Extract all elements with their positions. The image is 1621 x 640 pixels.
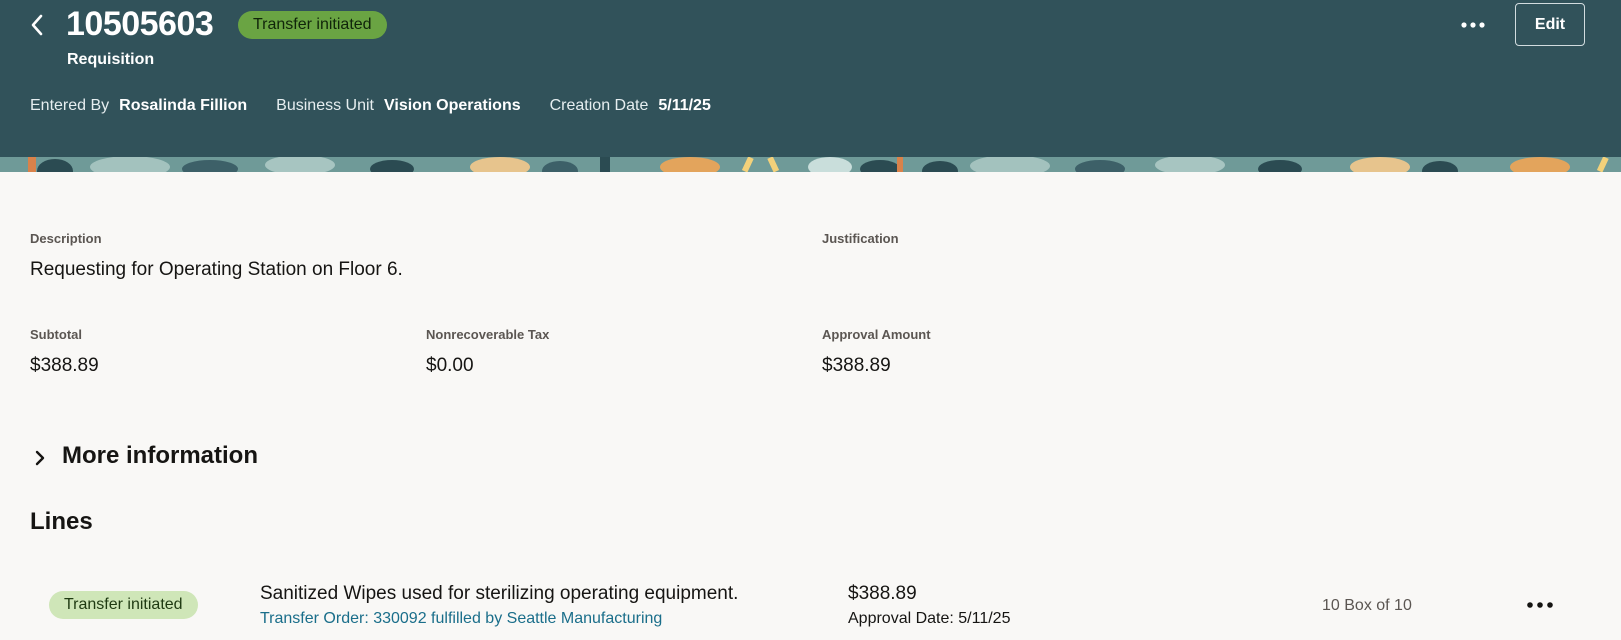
more-information-label: More information (62, 442, 258, 469)
line-description: Sanitized Wipes used for sterilizing ope… (260, 583, 739, 604)
subtotal-value: $388.89 (30, 355, 99, 376)
lines-section-title: Lines (30, 508, 93, 535)
subtotal-label: Subtotal (30, 327, 82, 342)
chevron-right-icon (35, 450, 45, 466)
document-type-label: Requisition (67, 51, 155, 68)
back-button[interactable] (24, 10, 50, 40)
entered-by-label: Entered By (30, 97, 110, 114)
description-value: Requesting for Operating Station on Floo… (30, 259, 403, 280)
chevron-left-icon (31, 14, 43, 36)
more-horizontal-icon (1461, 22, 1485, 28)
business-unit-label: Business Unit (276, 97, 374, 114)
header-meta: Entered By Rosalinda Fillion Business Un… (30, 96, 740, 116)
header-decorative-pattern (0, 157, 1621, 172)
status-badge: Transfer initiated (238, 11, 387, 39)
nonrecoverable-tax-label: Nonrecoverable Tax (426, 327, 550, 342)
creation-date-label: Creation Date (549, 97, 649, 114)
list-item[interactable]: Transfer initiated Sanitized Wipes used … (0, 576, 1621, 640)
creation-date-value: 5/11/25 (658, 97, 711, 114)
approval-amount-value: $388.89 (822, 355, 891, 376)
line-approval-date: Approval Date: 5/11/25 (848, 610, 1011, 627)
line-quantity: 10 Box of 10 (1322, 597, 1412, 614)
entered-by-value: Rosalinda Fillion (119, 97, 248, 114)
edit-button[interactable]: Edit (1515, 3, 1585, 46)
approval-amount-label: Approval Amount (822, 327, 931, 342)
requisition-number: 10505603 (66, 5, 214, 43)
justification-label: Justification (822, 231, 899, 246)
nonrecoverable-tax-value: $0.00 (426, 355, 474, 376)
header-overflow-button[interactable] (1456, 12, 1490, 38)
line-status-badge: Transfer initiated (49, 591, 198, 619)
line-amount: $388.89 (848, 583, 917, 604)
transfer-order-link[interactable]: Transfer Order: 330092 fulfilled by Seat… (260, 609, 662, 629)
description-label: Description (30, 231, 102, 246)
more-information-toggle[interactable]: More information (30, 440, 258, 472)
more-horizontal-icon (1527, 602, 1553, 608)
line-actions-button[interactable] (1522, 592, 1558, 618)
page-header: 10505603 Transfer initiated Requisition … (0, 0, 1621, 157)
business-unit-value: Vision Operations (384, 97, 521, 114)
